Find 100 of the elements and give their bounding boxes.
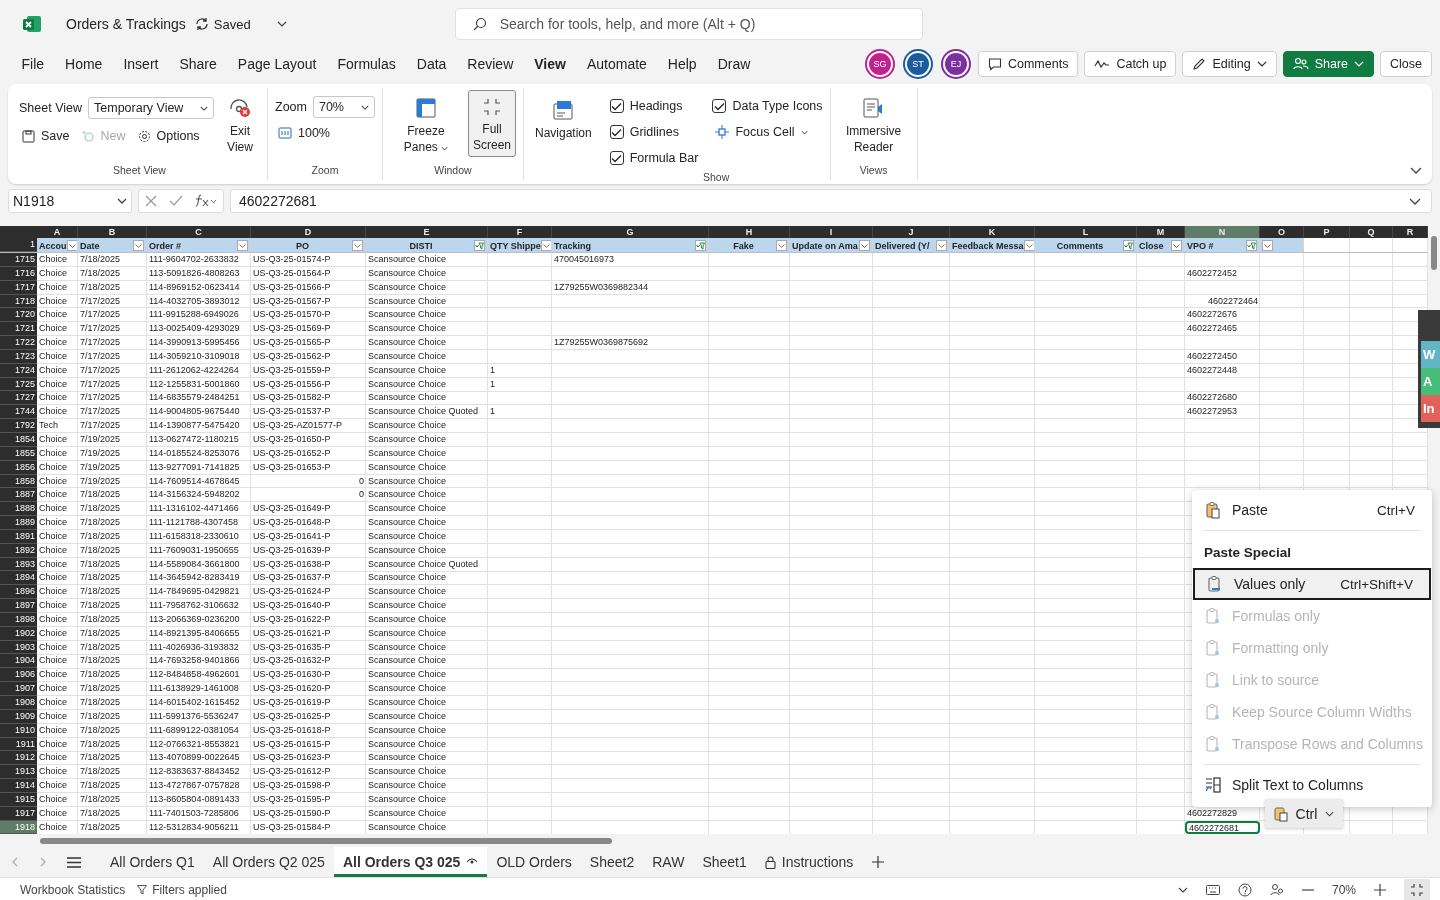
close-button[interactable]: Close <box>1380 51 1432 77</box>
checkbox[interactable]: Data Type Icons <box>712 93 823 119</box>
function-icon[interactable] <box>195 194 217 208</box>
column-header[interactable]: I <box>790 226 873 238</box>
filter-button[interactable] <box>474 240 485 251</box>
row-header[interactable]: 1897 <box>0 599 37 613</box>
menu-tab[interactable]: Formulas <box>326 49 407 79</box>
row-header[interactable]: 1887 <box>0 488 37 503</box>
focus-cell-button[interactable]: Focus Cell <box>712 119 823 145</box>
checkbox[interactable]: Headings <box>609 93 699 119</box>
filter-button[interactable] <box>352 240 363 251</box>
row-header[interactable]: 1715 <box>0 253 37 267</box>
menu-tab[interactable]: Help <box>657 49 708 79</box>
checkbox[interactable]: Formula Bar <box>609 145 699 171</box>
keyboard-icon[interactable] <box>1205 885 1220 895</box>
save-button[interactable]: Save <box>19 127 73 145</box>
column-header[interactable]: H <box>709 226 790 238</box>
column-header[interactable]: N <box>1185 226 1260 238</box>
column-header[interactable]: B <box>78 226 147 238</box>
row-header[interactable]: 1912 <box>0 751 37 766</box>
navigation-button[interactable]: Navigation <box>530 90 596 145</box>
fit-screen-button[interactable] <box>1404 879 1430 900</box>
check-icon[interactable] <box>169 195 183 207</box>
column-header[interactable]: D <box>251 226 366 238</box>
freeze-panes-button[interactable]: Freeze Panes <box>389 90 462 159</box>
row-header[interactable]: 1889 <box>0 516 37 530</box>
column-header[interactable]: J <box>873 226 950 238</box>
zoom-reset-button[interactable]: 100% <box>275 124 333 142</box>
search-field[interactable]: Search for tools, help, and more (Alt + Q) <box>454 8 923 40</box>
paste-options-button[interactable]: Ctrl <box>1265 799 1343 828</box>
column-header[interactable]: P <box>1304 226 1350 238</box>
menu-item[interactable]: Values only Ctrl+Shift+V <box>1193 568 1431 600</box>
immersive-reader-button[interactable]: Immersive Reader <box>837 90 910 159</box>
row-header[interactable]: 1907 <box>0 682 37 696</box>
column-header[interactable]: K <box>950 226 1035 238</box>
row-header[interactable]: 1727 <box>0 391 37 406</box>
sheet-tab[interactable]: Sheet1 <box>693 847 756 877</box>
row-header[interactable]: 1744 <box>0 405 37 420</box>
filter-button[interactable] <box>540 240 551 251</box>
comments-button[interactable]: Comments <box>977 51 1079 77</box>
user-avatar[interactable]: ST <box>906 53 929 75</box>
filter-button[interactable] <box>1262 240 1273 251</box>
add-sheet-icon[interactable] <box>872 856 885 868</box>
chevron-icon[interactable] <box>276 21 287 27</box>
row-header[interactable]: 1722 <box>0 336 37 350</box>
column-header[interactable]: G <box>552 226 709 238</box>
filter-button[interactable] <box>1171 240 1182 251</box>
user-avatar[interactable]: SG <box>868 53 891 75</box>
column-header[interactable]: M <box>1137 226 1185 238</box>
row-header[interactable]: 1896 <box>0 585 37 600</box>
sheet-tab[interactable]: Instructions <box>755 847 863 877</box>
catchup-button[interactable]: Catch up <box>1084 51 1177 77</box>
sheet-tab[interactable]: All Orders Q2 025 <box>203 847 334 877</box>
share-button[interactable]: Share <box>1282 51 1375 77</box>
menu-tab[interactable]: Home <box>54 49 113 79</box>
column-header[interactable]: O <box>1260 226 1304 238</box>
zoom-dropdown[interactable]: 70% <box>312 96 375 118</box>
row-header[interactable]: 1904 <box>0 654 37 669</box>
filter-button[interactable] <box>66 240 77 251</box>
checkbox[interactable]: Gridlines <box>609 119 699 145</box>
menu-tab[interactable]: Page Layout <box>227 49 327 79</box>
filter-button[interactable] <box>1023 240 1034 251</box>
document-title[interactable]: Orders & Trackings <box>66 16 186 32</box>
row-header[interactable]: 1906 <box>0 668 37 683</box>
menu-item[interactable]: Paste Ctrl+V <box>1193 494 1431 526</box>
zoom-level[interactable]: 70% <box>1331 883 1356 897</box>
chevron-icon[interactable] <box>1177 887 1188 893</box>
exit-view-button[interactable]: Exit View <box>220 90 260 159</box>
row-header[interactable]: 1888 <box>0 502 37 517</box>
options-button[interactable]: Options <box>134 127 203 145</box>
sheet-tab[interactable]: RAW <box>643 847 694 877</box>
user-avatar[interactable]: EJ <box>944 53 967 75</box>
row-header[interactable]: 1792 <box>0 419 37 433</box>
menu-tab[interactable]: Data <box>406 49 457 79</box>
menu-tab[interactable]: Review <box>456 49 524 79</box>
workbook-statistics-link[interactable]: Workbook Statistics <box>20 883 126 897</box>
filter-button[interactable] <box>695 240 706 251</box>
row-header[interactable]: 1 <box>0 238 37 252</box>
menu-tab[interactable]: Share <box>168 49 228 79</box>
filter-button[interactable] <box>133 240 144 251</box>
column-header[interactable]: E <box>366 226 488 238</box>
zoom-in-icon[interactable] <box>1374 884 1386 896</box>
column-header[interactable]: A <box>37 226 78 238</box>
spreadsheet-app-icon[interactable] <box>22 14 42 34</box>
sheet-tab[interactable]: All Orders Q1 <box>101 847 204 877</box>
filter-button[interactable] <box>237 240 248 251</box>
filter-button[interactable] <box>1123 240 1134 251</box>
row-header[interactable]: 1720 <box>0 308 37 323</box>
filter-button[interactable] <box>776 240 787 251</box>
chevron-icon[interactable] <box>1409 197 1421 205</box>
collapse-ribbon-icon[interactable] <box>1410 167 1422 174</box>
menu-icon[interactable] <box>67 856 81 868</box>
editing-button[interactable]: Editing <box>1182 51 1277 77</box>
column-header[interactable]: L <box>1035 226 1137 238</box>
menu-tab[interactable]: Insert <box>112 49 169 79</box>
row-header[interactable]: 1721 <box>0 322 37 337</box>
menu-tab[interactable]: File <box>11 49 55 79</box>
column-header[interactable]: C <box>147 226 251 238</box>
people-icon[interactable] <box>1269 883 1284 897</box>
sheet-tab[interactable]: All Orders Q3 025 <box>333 847 488 877</box>
